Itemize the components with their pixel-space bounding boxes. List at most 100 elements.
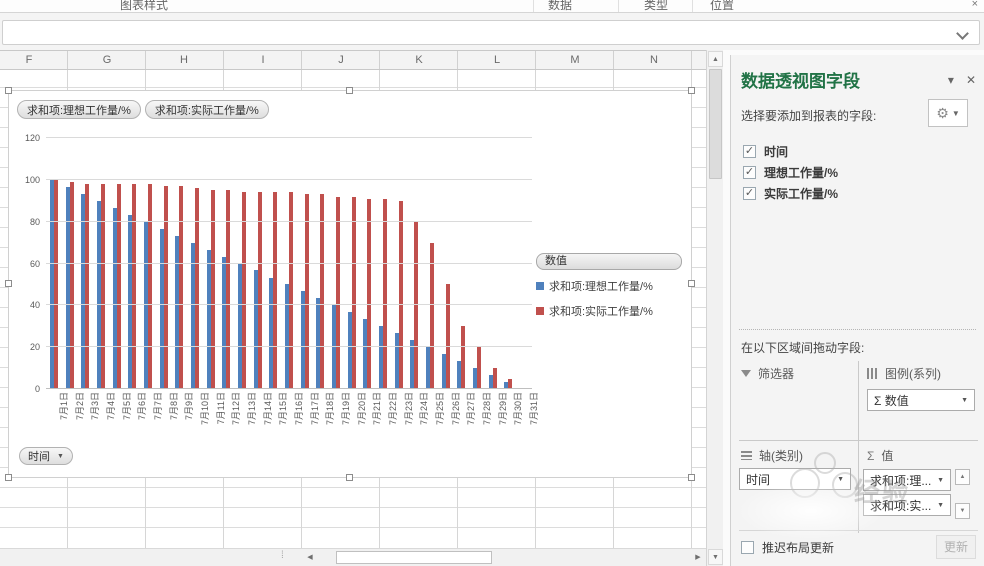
x-axis-label-slot: 7月28日 bbox=[469, 391, 492, 449]
selection-handle[interactable] bbox=[5, 474, 12, 481]
category-slot bbox=[140, 138, 156, 389]
bar-series2-7月23日 bbox=[398, 200, 403, 389]
x-axis-label-slot: 7月30日 bbox=[500, 391, 523, 449]
area-field-pill[interactable]: Σ 数值 ▼ bbox=[867, 389, 975, 411]
chevron-down-icon[interactable]: ▼ bbox=[837, 476, 844, 483]
horizontal-scroll-thumb[interactable] bbox=[336, 551, 492, 564]
category-slot bbox=[328, 138, 344, 389]
ribbon-group-data: 数据 bbox=[548, 0, 573, 12]
pane-splitter-dots[interactable]: ⁞ bbox=[281, 550, 285, 561]
divider bbox=[739, 530, 978, 531]
x-axis-label-slot: 7月25日 bbox=[422, 391, 445, 449]
pivot-chart[interactable]: 求和项:理想工作量/% 求和项:实际工作量/% 0 20 40 60 80 100 120 7… bbox=[5, 87, 695, 481]
tools-button[interactable]: ⚙ ▼ bbox=[928, 99, 968, 127]
selection-handle[interactable] bbox=[688, 280, 695, 287]
bar-series2-7月4日 bbox=[100, 184, 105, 389]
bar-series2-7月25日 bbox=[429, 242, 434, 389]
selection-handle[interactable] bbox=[346, 474, 353, 481]
selection-handle[interactable] bbox=[5, 87, 12, 94]
field-checkbox-row[interactable]: ✓ 理想工作量/% bbox=[743, 162, 974, 183]
bar-series2-7月8日 bbox=[163, 186, 168, 389]
field-checkbox-row[interactable]: ✓ 时间 bbox=[743, 141, 974, 162]
category-slot bbox=[485, 138, 501, 389]
column-header-G[interactable]: G bbox=[103, 54, 112, 66]
update-button[interactable]: 更新 bbox=[936, 535, 976, 559]
x-axis-label-slot: 7月13日 bbox=[234, 391, 257, 449]
field-label: 理想工作量/% bbox=[764, 166, 839, 180]
close-icon[interactable]: × bbox=[972, 0, 978, 10]
checkbox[interactable]: ✓ bbox=[743, 145, 756, 158]
scroll-down-icon[interactable]: ▼ bbox=[708, 549, 723, 565]
x-axis-label-slot: 7月12日 bbox=[218, 391, 241, 449]
x-axis-label-slot: 7月26日 bbox=[438, 391, 461, 449]
selection-handle[interactable] bbox=[688, 87, 695, 94]
selection-handle[interactable] bbox=[346, 87, 353, 94]
category-slot bbox=[265, 138, 281, 389]
area-field-pill[interactable]: 时间 ▼ bbox=[739, 468, 851, 490]
defer-layout-row[interactable]: 推迟布局更新 bbox=[741, 539, 834, 556]
category-slot bbox=[375, 138, 391, 389]
bar-series-container bbox=[46, 138, 532, 389]
selection-handle[interactable] bbox=[688, 474, 695, 481]
column-header-J[interactable]: J bbox=[338, 54, 344, 66]
filters-area-header: 筛选器 bbox=[741, 365, 794, 382]
area-field-pill[interactable]: 求和项:实... ▼ bbox=[863, 494, 951, 516]
chart-field-buttons: 求和项:理想工作量/% 求和项:实际工作量/% bbox=[17, 100, 269, 119]
scroll-left-icon[interactable]: ◀ bbox=[302, 551, 318, 565]
column-header-F[interactable]: F bbox=[26, 54, 33, 66]
horizontal-scrollbar[interactable]: ⁞ ◀ ▶ bbox=[0, 548, 706, 566]
category-slot bbox=[359, 138, 375, 389]
legend-values-button[interactable]: 数值 bbox=[536, 253, 682, 270]
y-axis: 0 20 40 60 80 100 120 bbox=[9, 133, 40, 394]
column-header-L[interactable]: L bbox=[494, 54, 500, 66]
checkbox[interactable]: ✓ bbox=[743, 187, 756, 200]
checkbox[interactable]: ✓ bbox=[743, 166, 756, 179]
column-header-H[interactable]: H bbox=[180, 54, 188, 66]
axis-area-items: 时间 ▼ bbox=[739, 468, 851, 493]
chart-field-button[interactable]: 求和项:理想工作量/% bbox=[17, 100, 141, 119]
scroll-up-icon[interactable]: ▲ bbox=[955, 469, 970, 485]
defer-layout-label: 推迟布局更新 bbox=[762, 541, 835, 555]
scroll-down-icon[interactable]: ▼ bbox=[955, 503, 970, 519]
chevron-down-icon: ▼ bbox=[57, 452, 64, 460]
x-axis-label-slot: 7月15日 bbox=[265, 391, 288, 449]
ribbon-strip: 图表样式 数据 类型 位置 × bbox=[0, 0, 984, 13]
column-header-I[interactable]: I bbox=[261, 54, 264, 66]
scroll-right-icon[interactable]: ▶ bbox=[690, 551, 706, 565]
category-slot bbox=[62, 138, 78, 389]
chevron-down-icon[interactable]: ▼ bbox=[961, 397, 968, 404]
values-area-scrollbar[interactable]: ▲ ▼ bbox=[955, 469, 970, 519]
checkbox[interactable] bbox=[741, 541, 754, 554]
x-axis-label-slot: 7月6日 bbox=[124, 391, 147, 449]
column-header-M[interactable]: M bbox=[570, 54, 579, 66]
category-slot bbox=[234, 138, 250, 389]
bar-series2-7月10日 bbox=[194, 188, 199, 389]
area-field-pill[interactable]: 求和项:理... ▼ bbox=[863, 469, 951, 491]
gridline bbox=[46, 262, 532, 264]
chevron-down-icon[interactable] bbox=[956, 27, 969, 40]
axis-field-button[interactable]: 时间 ▼ bbox=[19, 447, 73, 465]
chevron-down-icon[interactable]: ▼ bbox=[937, 502, 944, 509]
x-axis: 7月1日 7月2日 7月3日 7月4日 7月5日 7月6日 7月7日 7月8日 7月9日 7月10… bbox=[46, 391, 539, 449]
pane-options-icon[interactable]: ▾ bbox=[948, 73, 954, 87]
bar-series2-7月18日 bbox=[320, 194, 325, 389]
column-header-N[interactable]: N bbox=[650, 54, 658, 66]
bar-series2-7月14日 bbox=[257, 192, 262, 389]
selection-handle[interactable] bbox=[5, 280, 12, 287]
pane-close-icon[interactable]: ✕ bbox=[966, 73, 976, 87]
category-slot bbox=[344, 138, 360, 389]
vertical-scroll-thumb[interactable] bbox=[709, 69, 722, 179]
y-axis-tick: 0 bbox=[34, 384, 40, 394]
legend-area-items: Σ 数值 ▼ bbox=[867, 389, 975, 414]
gridline bbox=[46, 137, 532, 138]
category-slot bbox=[297, 138, 313, 389]
scroll-up-icon[interactable]: ▲ bbox=[708, 51, 723, 67]
field-checkbox-row[interactable]: ✓ 实际工作量/% bbox=[743, 183, 974, 204]
formula-bar-input[interactable] bbox=[2, 20, 980, 45]
column-header-K[interactable]: K bbox=[415, 54, 422, 66]
chart-field-button[interactable]: 求和项:实际工作量/% bbox=[144, 100, 269, 119]
category-slot bbox=[109, 138, 125, 389]
legend-swatch bbox=[536, 282, 544, 290]
vertical-scrollbar[interactable]: ▲ ▼ bbox=[706, 50, 723, 566]
chevron-down-icon[interactable]: ▼ bbox=[937, 477, 944, 484]
